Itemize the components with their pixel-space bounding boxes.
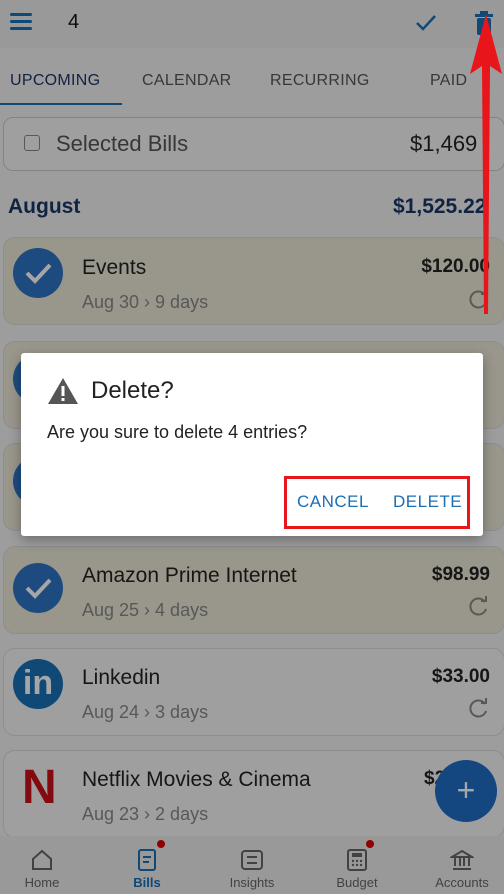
dialog-title: Delete?: [91, 377, 174, 404]
dialog-message: Are you sure to delete 4 entries?: [47, 422, 308, 442]
highlight-box: [284, 476, 470, 529]
warning-icon: [48, 378, 78, 404]
annotation-arrow-icon: [470, 14, 502, 314]
